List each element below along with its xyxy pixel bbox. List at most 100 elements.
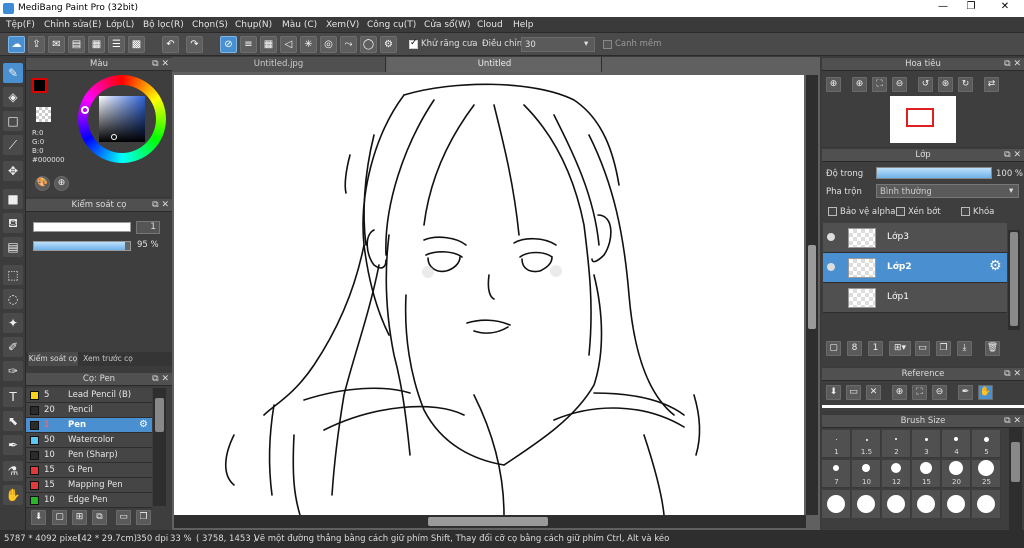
rotate-left-icon[interactable]: ↺	[918, 77, 933, 92]
brush-size-cell[interactable]: 10	[852, 460, 881, 488]
gear-icon[interactable]: ⚙	[139, 419, 148, 430]
duplicate-icon[interactable]: ❐	[136, 510, 151, 525]
layer-folder-icon[interactable]: ▭	[915, 341, 930, 356]
drawing-canvas[interactable]	[174, 75, 804, 515]
new-brush-icon[interactable]: ▢	[52, 510, 67, 525]
add-brush-icon[interactable]: ⊞	[72, 510, 87, 525]
secondary-color-swatch[interactable]	[36, 107, 51, 122]
grid-icon[interactable]: ▩	[128, 36, 145, 53]
horizontal-scroll-thumb[interactable]	[428, 517, 548, 526]
eye-icon[interactable]	[827, 233, 835, 241]
tab-brush-preview[interactable]: Xem trước cọ	[80, 352, 136, 366]
snap-grid-icon[interactable]: ▦	[260, 36, 277, 53]
eye-icon[interactable]	[827, 263, 835, 271]
snap-curve-icon[interactable]: ⤳	[340, 36, 357, 53]
minimize-button[interactable]: —	[928, 1, 958, 12]
reference-download-icon[interactable]: ⬇	[826, 385, 841, 400]
snap-settings-icon[interactable]: ⚙	[380, 36, 397, 53]
palette-icon[interactable]: 🎨	[35, 176, 50, 191]
brush-size-cell[interactable]: 1	[822, 430, 851, 458]
list-icon[interactable]: ☰	[108, 36, 125, 53]
layer-row[interactable]: Lớp1	[823, 283, 1007, 313]
soft-snap-checkbox[interactable]	[603, 40, 612, 49]
saturation-square[interactable]	[99, 96, 145, 142]
brush-size-cell[interactable]	[852, 490, 881, 518]
reference-hand-icon[interactable]: ✋	[978, 385, 993, 400]
correction-select[interactable]: 30 ▾	[521, 37, 595, 52]
snap-radial-icon[interactable]: ✳	[300, 36, 317, 53]
brush-tool-icon[interactable]: ✎	[3, 63, 23, 83]
brush-size-cell[interactable]	[822, 490, 851, 518]
brush-size-scrollbar[interactable]	[1009, 428, 1022, 530]
brush-item[interactable]: 10 Pen (Sharp)	[26, 448, 152, 463]
brush-size-cell[interactable]: 4	[942, 430, 971, 458]
bucket-tool-icon[interactable]: ⛾	[3, 213, 23, 233]
protect-alpha-checkbox[interactable]	[828, 207, 837, 216]
layer-opacity-slider[interactable]	[876, 167, 992, 179]
tab-untitled-jpg[interactable]: Untitled.jpg	[172, 57, 386, 72]
brush-size-cell[interactable]: 5	[972, 430, 1001, 458]
navigator-viewport-frame[interactable]	[906, 108, 934, 127]
brush-item[interactable]: 15 G Pen	[26, 463, 152, 478]
eraser-tool-icon[interactable]: ◈	[3, 87, 23, 107]
panel-close-icon[interactable]: ⧉ ✕	[1004, 368, 1021, 381]
folder-icon[interactable]: ▭	[116, 510, 131, 525]
menu-filter[interactable]: Bộ lọc(R)	[143, 20, 184, 30]
vertical-scroll-thumb[interactable]	[808, 245, 816, 329]
duplicate-layer-icon[interactable]: ❐	[936, 341, 951, 356]
snap-circle-icon[interactable]: ◎	[320, 36, 337, 53]
tab-brush-control[interactable]: Kiểm soát cọ	[28, 352, 78, 366]
rectangle-tool-icon[interactable]: □	[3, 111, 23, 131]
lasso-tool-icon[interactable]: ◌	[3, 289, 23, 309]
rotate-reset-icon[interactable]: ⊛	[938, 77, 953, 92]
panel-close-icon[interactable]: ⧉ ✕	[152, 58, 169, 71]
zoom-out-icon[interactable]: ⊖	[892, 77, 907, 92]
menu-cloud[interactable]: Cloud	[477, 20, 503, 30]
operation-tool-icon[interactable]: ⬉	[3, 411, 23, 431]
hand-tool-icon[interactable]: ✋	[3, 485, 23, 505]
reference-folder-icon[interactable]: ▭	[846, 385, 861, 400]
layer-scrollbar[interactable]	[1008, 230, 1020, 330]
menu-help[interactable]: Help	[513, 20, 534, 30]
reference-view[interactable]	[822, 405, 1024, 408]
reference-close-icon[interactable]: ✕	[866, 385, 881, 400]
hue-wheel[interactable]	[78, 75, 166, 163]
brush-size-cell[interactable]	[972, 490, 1001, 518]
layer-row[interactable]: Lớp2 ⚙	[823, 253, 1007, 283]
close-button[interactable]: ✕	[990, 1, 1020, 12]
color-handle[interactable]	[111, 134, 117, 140]
menu-select[interactable]: Chọn(S)	[192, 20, 228, 30]
magic-wand-icon[interactable]: ✦	[3, 313, 23, 333]
snap-parallel-icon[interactable]: ≡	[240, 36, 257, 53]
menu-tools[interactable]: Công cụ(T)	[367, 20, 416, 30]
panel-close-icon[interactable]: ⧉ ✕	[152, 373, 169, 386]
menu-capture[interactable]: Chụp(N)	[235, 20, 272, 30]
brush-item[interactable]: 5 Lead Pencil (B)	[26, 388, 152, 403]
brush-list-scrollbar[interactable]	[153, 388, 166, 506]
select-eraser-icon[interactable]: ✑	[3, 361, 23, 381]
menu-file[interactable]: Tệp(F)	[6, 20, 35, 30]
cloud-icon[interactable]: ☁	[8, 36, 25, 53]
brush-size-cell[interactable]	[912, 490, 941, 518]
brush-size-cell[interactable]: 2	[882, 430, 911, 458]
brush-size-cell[interactable]: 1.5	[852, 430, 881, 458]
brush-size-cell[interactable]: 3	[912, 430, 941, 458]
snap-perspective-icon[interactable]: ◁	[280, 36, 297, 53]
new-layer-icon[interactable]: ▢	[826, 341, 841, 356]
brush-size-cell[interactable]	[882, 490, 911, 518]
flip-icon[interactable]: ⇄	[984, 77, 999, 92]
add-layer-menu-icon[interactable]: ⊞▾	[889, 341, 911, 356]
brush-size-cell[interactable]: 7	[822, 460, 851, 488]
clip-checkbox[interactable]	[896, 207, 905, 216]
snap-off-icon[interactable]: ⊘	[220, 36, 237, 53]
primary-color-swatch[interactable]	[32, 78, 47, 93]
rotate-right-icon[interactable]: ↻	[958, 77, 973, 92]
brush-item[interactable]: 50 Watercolor	[26, 433, 152, 448]
maximize-button[interactable]: ❐	[956, 1, 986, 12]
horizontal-scrollbar[interactable]	[174, 515, 806, 528]
dropper-tool-icon[interactable]: ✒	[3, 435, 23, 455]
text-tool-icon[interactable]: T	[3, 387, 23, 407]
brush-size-cell[interactable]: 25	[972, 460, 1001, 488]
brush-size-slider[interactable]	[33, 222, 131, 232]
document-icon[interactable]: ▦	[88, 36, 105, 53]
